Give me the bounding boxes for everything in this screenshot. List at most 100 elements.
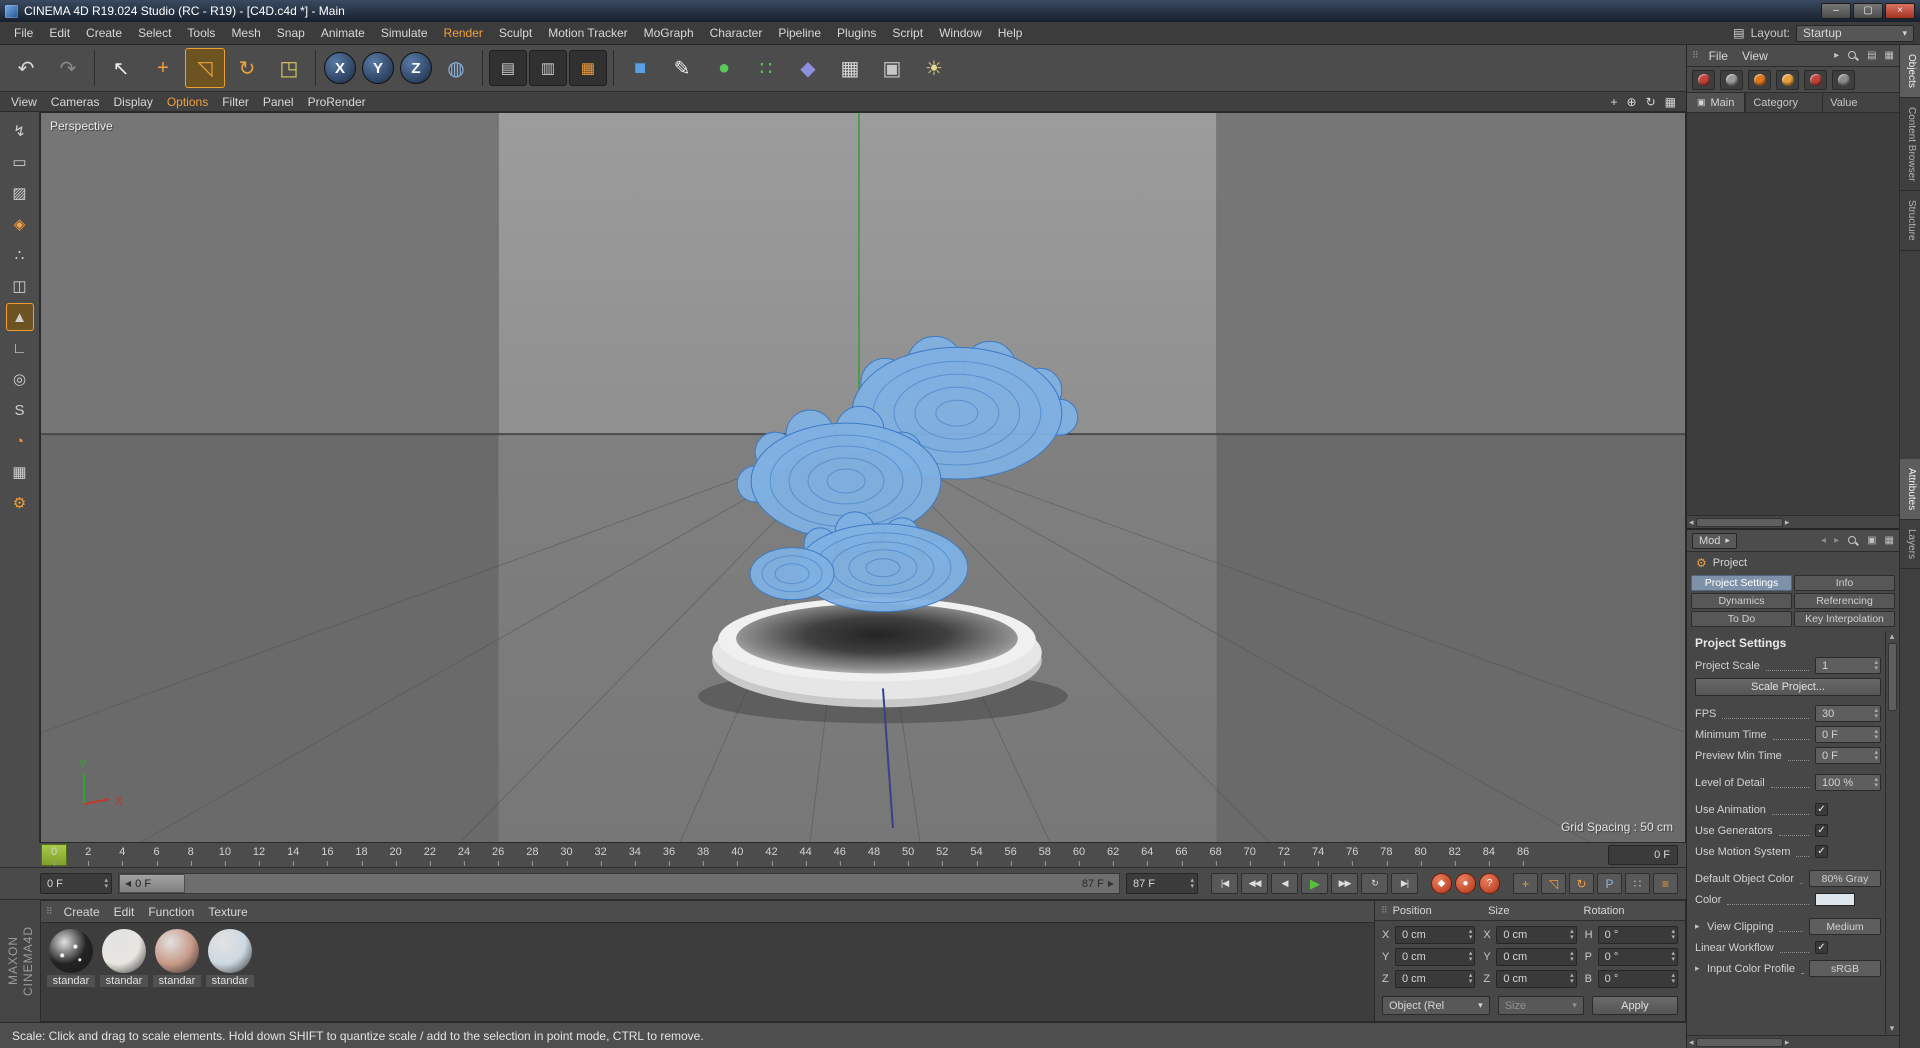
stepper-icon[interactable]: ▴ ▾ bbox=[1469, 928, 1473, 941]
stepper-icon[interactable]: ▴ ▾ bbox=[1671, 950, 1675, 963]
scrollbar-thumb[interactable] bbox=[1695, 517, 1783, 527]
tab-to-do[interactable]: To Do bbox=[1691, 611, 1792, 627]
undo-button[interactable]: ↶ bbox=[6, 48, 46, 88]
viewport-menu-options[interactable]: Options bbox=[160, 93, 215, 111]
stepper-icon[interactable]: ▴ ▾ bbox=[1570, 950, 1574, 963]
lock-x-axis-button[interactable]: X bbox=[324, 52, 356, 84]
field-default-object-color-dropdown[interactable]: 80% Gray bbox=[1809, 870, 1881, 887]
record-position-toggle[interactable]: + bbox=[1513, 873, 1538, 894]
goto-start-button[interactable]: |◀ bbox=[1211, 873, 1238, 894]
stepper-icon[interactable]: ▴ ▾ bbox=[1570, 972, 1574, 985]
add-subdivision-surface-button[interactable]: ● bbox=[704, 48, 744, 88]
stepper-down-icon[interactable]: ▾ bbox=[1190, 883, 1194, 890]
menu-script[interactable]: Script bbox=[884, 23, 931, 43]
record-rotation-toggle[interactable]: ↻ bbox=[1569, 873, 1594, 894]
add-floor-button[interactable]: ▦ bbox=[830, 48, 870, 88]
scroll-left-icon[interactable]: ◂ bbox=[1689, 1037, 1694, 1047]
timeline-ruler[interactable]: 0 2 4 6 8 10 12 14 16 18 20 22 24 26 28 30 32 34 36 38 40 42 4… bbox=[0, 843, 1686, 868]
field-use-animation-checkbox[interactable]: ✓ bbox=[1815, 803, 1828, 816]
end-frame-field[interactable]: 87 F ▴ ▾ bbox=[1126, 873, 1198, 894]
tab-key-interpolation[interactable]: Key Interpolation bbox=[1794, 611, 1895, 627]
stepper-down-icon[interactable]: ▾ bbox=[1469, 934, 1473, 941]
rotate-tool[interactable]: ↻ bbox=[227, 48, 267, 88]
render-view-button[interactable]: ▤ bbox=[489, 50, 527, 86]
quantize-button[interactable]: ◔ bbox=[6, 427, 34, 455]
rotation-h-field[interactable]: 0 ° ▴ ▾ bbox=[1597, 926, 1678, 944]
add-light-button[interactable]: ☀ bbox=[914, 48, 954, 88]
scale-project-button[interactable]: Scale Project... bbox=[1695, 677, 1881, 696]
stepper-down-icon[interactable]: ▾ bbox=[1570, 978, 1574, 985]
layer-filter-icon[interactable] bbox=[1832, 69, 1855, 90]
render-picture-viewer-button[interactable]: ▥ bbox=[529, 50, 567, 86]
stepper-icon[interactable]: ▴ ▾ bbox=[1671, 928, 1675, 941]
object-manager-menu-view[interactable]: View bbox=[1735, 47, 1775, 65]
rotation-p-field[interactable]: 0 ° ▴ ▾ bbox=[1597, 948, 1678, 966]
field-project-scale-input[interactable]: 1 ▴ ▾ bbox=[1815, 657, 1881, 674]
viewport-menu-filter[interactable]: Filter bbox=[215, 93, 256, 111]
zoom-view-icon[interactable]: ⊕ bbox=[1627, 95, 1637, 109]
material-filter-icon[interactable] bbox=[1692, 69, 1715, 90]
menu-motion-tracker[interactable]: Motion Tracker bbox=[540, 23, 635, 43]
viewport-menu-panel[interactable]: Panel bbox=[256, 93, 301, 111]
stepper-icon[interactable]: ▴ ▾ bbox=[1874, 749, 1878, 762]
attribute-hscrollbar[interactable]: ◂ ▸ bbox=[1687, 1035, 1899, 1048]
materials-menu-function[interactable]: Function bbox=[141, 903, 201, 921]
menu-mesh[interactable]: Mesh bbox=[223, 23, 268, 43]
render-filter-icon[interactable] bbox=[1776, 69, 1799, 90]
menu-sculpt[interactable]: Sculpt bbox=[491, 23, 540, 43]
next-key-button[interactable]: ▶▶ bbox=[1331, 873, 1358, 894]
play-mode-button[interactable]: ↻ bbox=[1361, 873, 1388, 894]
menu-tools[interactable]: Tools bbox=[179, 23, 223, 43]
menu-help[interactable]: Help bbox=[990, 23, 1031, 43]
column-header-value[interactable]: Value bbox=[1822, 93, 1899, 112]
live-selection-tool[interactable]: ↖ bbox=[101, 48, 141, 88]
stepper-down-icon[interactable]: ▾ bbox=[1469, 956, 1473, 963]
lock-icon[interactable]: ▣ bbox=[1867, 535, 1876, 546]
menu-select[interactable]: Select bbox=[130, 23, 179, 43]
menu-window[interactable]: Window bbox=[931, 23, 990, 43]
field-input-color-profile-dropdown[interactable]: sRGB bbox=[1809, 960, 1881, 977]
menu-simulate[interactable]: Simulate bbox=[373, 23, 436, 43]
scroll-up-icon[interactable]: ▴ bbox=[1890, 632, 1895, 641]
workplane-settings-button[interactable]: ⚙ bbox=[6, 489, 34, 517]
tab-dynamics[interactable]: Dynamics bbox=[1691, 593, 1792, 609]
material-swatch[interactable]: standar bbox=[100, 929, 148, 987]
record-filter-icon[interactable] bbox=[1804, 69, 1827, 90]
coordinate-mode-dropdown[interactable]: Object (Rel ▾ bbox=[1382, 996, 1490, 1015]
layout-dropdown[interactable]: Startup ▾ bbox=[1796, 24, 1914, 42]
lock-workplane-button[interactable]: ▦ bbox=[6, 458, 34, 486]
scroll-left-icon[interactable]: ◂ bbox=[1689, 517, 1694, 527]
tab-referencing[interactable]: Referencing bbox=[1794, 593, 1895, 609]
panel-menu-icon[interactable]: ▦ bbox=[1885, 50, 1894, 61]
stepper-icon[interactable]: ▴ ▾ bbox=[1570, 928, 1574, 941]
menu-character[interactable]: Character bbox=[702, 23, 771, 43]
autokeying-button[interactable]: ● bbox=[1455, 873, 1476, 894]
stepper-down-icon[interactable]: ▾ bbox=[1874, 713, 1878, 720]
side-tab-content-browser[interactable]: Content Browser bbox=[1900, 98, 1920, 192]
shader-filter-icon[interactable] bbox=[1720, 69, 1743, 90]
viewport-canvas[interactable]: Y X bbox=[41, 113, 1685, 842]
close-button[interactable]: × bbox=[1885, 3, 1915, 19]
column-header-category[interactable]: Category bbox=[1745, 93, 1822, 112]
current-frame-field[interactable]: 0 F ▴ ▾ bbox=[40, 873, 112, 894]
drag-handle-icon[interactable]: ⠿ bbox=[1692, 51, 1699, 60]
timeline-slider[interactable]: ◀ 0 F 87 F ▶ bbox=[118, 873, 1120, 894]
scrollbar-thumb[interactable] bbox=[1695, 1037, 1783, 1047]
coordinate-system-button[interactable]: ◍ bbox=[436, 48, 476, 88]
record-pla-toggle[interactable]: ∷ bbox=[1625, 873, 1650, 894]
material-swatch[interactable]: standar bbox=[153, 929, 201, 987]
last-used-tool[interactable]: ◳ bbox=[269, 48, 309, 88]
menu-create[interactable]: Create bbox=[78, 23, 130, 43]
stepper-icon[interactable]: ▴ ▾ bbox=[1469, 950, 1473, 963]
menu-plugins[interactable]: Plugins bbox=[829, 23, 884, 43]
play-button[interactable]: ▶ bbox=[1301, 873, 1328, 894]
materials-list[interactable]: standar standar standar standar bbox=[41, 923, 1374, 1021]
apply-button[interactable]: Apply bbox=[1591, 996, 1678, 1015]
axis-mode-button[interactable]: ∟ bbox=[6, 334, 34, 362]
model-mode-button[interactable]: ▭ bbox=[6, 148, 34, 176]
field-linear-workflow-checkbox[interactable]: ✓ bbox=[1815, 941, 1828, 954]
field-use-motion-system-checkbox[interactable]: ✓ bbox=[1815, 845, 1828, 858]
keyframe-selection-button[interactable]: ? bbox=[1479, 873, 1500, 894]
viewport-menu-display[interactable]: Display bbox=[106, 93, 159, 111]
size-x-field[interactable]: 0 cm ▴ ▾ bbox=[1496, 926, 1577, 944]
